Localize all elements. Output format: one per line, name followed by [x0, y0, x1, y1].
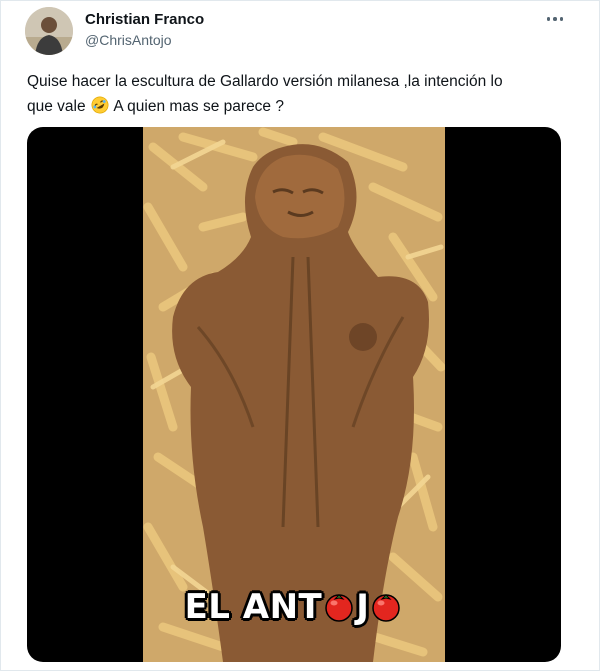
tweet-text-fragment: que vale [27, 98, 86, 115]
tweet-media[interactable]: EL ANT J [27, 127, 561, 662]
milanesa-sculpture-image [143, 127, 445, 662]
tweet-text: Quise hacer la escultura de Gallardo ver… [27, 69, 557, 119]
tweet-text-line-1: Quise hacer la escultura de Gallardo ver… [27, 73, 503, 90]
rolling-on-floor-laughing-icon [91, 96, 109, 114]
tweet-text-fragment: A quien mas se parece ? [113, 98, 284, 115]
caption-text: EL ANT [184, 587, 323, 627]
tweet-card[interactable]: Christian Franco @ChrisAntojo Quise hace… [0, 0, 600, 671]
video-caption: EL ANT J [27, 587, 561, 627]
tomato-icon [325, 594, 354, 622]
tomato-icon [372, 594, 401, 622]
author-name[interactable]: Christian Franco [85, 11, 204, 28]
avatar[interactable] [25, 7, 73, 55]
more-options-button[interactable] [541, 7, 569, 31]
caption-text: J [356, 587, 370, 627]
tweet-text-line-2: que vale A quien mas se parece ? [27, 94, 557, 119]
author-handle[interactable]: @ChrisAntojo [85, 32, 172, 48]
more-horizontal-icon [546, 17, 551, 21]
